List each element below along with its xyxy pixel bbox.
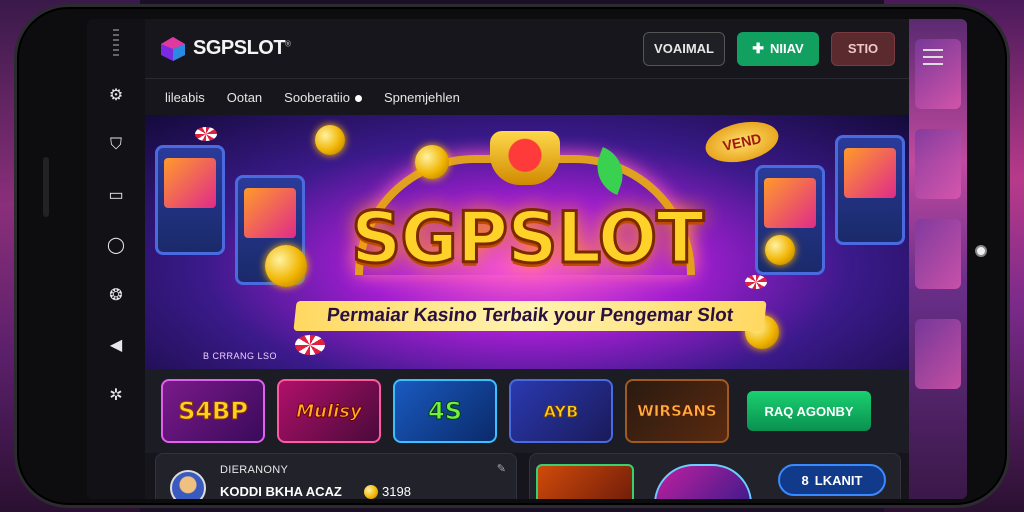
featured-games-card: 8 LKANIT xyxy=(529,453,901,499)
game-tile[interactable]: WIRSANS xyxy=(625,379,729,443)
hero-caption: B CRRANG LSO xyxy=(203,351,278,361)
user-card[interactable]: DIERANONY KODDI BKHA ACAZ 3198 ✎ xyxy=(155,453,517,499)
nav-item-spnemjehlen[interactable]: Spnemjehlen xyxy=(384,90,460,105)
logo-text: SGPSLOT® xyxy=(193,37,291,59)
register-button[interactable]: ✚ NIIAV xyxy=(737,31,819,66)
hamburger-icon[interactable] xyxy=(923,49,943,65)
game-tile[interactable]: Mulisy xyxy=(277,379,381,443)
chip-icon xyxy=(295,335,325,355)
user-card-label: DIERANONY xyxy=(220,464,289,476)
game-thumbnail[interactable] xyxy=(536,464,634,499)
gear-icon[interactable]: ⚙ xyxy=(106,85,126,105)
play-now-button[interactable]: RAQ AGONBY xyxy=(747,391,871,431)
right-preview-panel xyxy=(909,19,967,499)
avatar xyxy=(170,470,206,499)
play-icon[interactable]: ◀ xyxy=(106,335,126,355)
hero-badge: VEND xyxy=(701,115,783,169)
coin-balance: 3198 xyxy=(364,484,411,499)
extra-button[interactable]: STIO xyxy=(831,31,895,66)
plus-icon: ✚ xyxy=(752,40,764,56)
login-button[interactable]: VOAIMAL xyxy=(643,31,725,66)
active-dot-icon xyxy=(354,94,362,102)
logo[interactable]: SGPSLOT® xyxy=(159,35,291,63)
monitor-icon[interactable]: ▭ xyxy=(106,185,126,205)
nav-tabs: lileabis Ootan Sooberatiio Spnemjehlen xyxy=(145,79,909,115)
nav-item-lileabis[interactable]: lileabis xyxy=(165,90,205,105)
game-tiles-row: S4BP Mulisy 4S AYB WIRSANS RAQ AGONBY xyxy=(145,369,909,453)
coin-icon xyxy=(364,484,378,499)
phone-frame: ⚙ ⛉ ▭ ◯ ❂ ◀ ✲ SGPSLOT® VOAIMAL ✚ NIIAV S… xyxy=(14,4,1010,508)
game-tile[interactable]: 4S xyxy=(393,379,497,443)
game-tile[interactable]: S4BP xyxy=(161,379,265,443)
hero-banner[interactable]: VEND SGPSLOT Permaiar Kasino Terbaik you… xyxy=(145,115,909,369)
game-thumbnail[interactable] xyxy=(654,464,752,499)
left-rail: ⚙ ⛉ ▭ ◯ ❂ ◀ ✲ xyxy=(87,19,145,499)
chip-icon xyxy=(195,127,217,141)
phone-camera xyxy=(975,245,987,257)
bottom-section: DIERANONY KODDI BKHA ACAZ 3198 ✎ 8 LKANIT xyxy=(145,453,909,499)
chat-icon[interactable]: ◯ xyxy=(106,235,126,255)
rail-handle[interactable] xyxy=(113,29,119,59)
hero-subtitle: Permaiar Kasino Terbaik your Pengemar Sl… xyxy=(293,301,767,331)
app-window: SGPSLOT® VOAIMAL ✚ NIIAV STIO lileabis Oo… xyxy=(145,19,909,499)
game-tile[interactable]: AYB xyxy=(509,379,613,443)
coin-icon xyxy=(415,145,449,179)
shield-icon[interactable]: ⛉ xyxy=(106,135,126,155)
logo-mark-icon xyxy=(161,36,185,61)
crown-emblem-icon xyxy=(490,131,560,185)
nav-item-ootan[interactable]: Ootan xyxy=(227,90,262,105)
link-button[interactable]: 8 LKANIT xyxy=(778,464,886,496)
wrench-icon[interactable]: ✎ xyxy=(497,462,506,475)
user-card-value: KODDI BKHA ACAZ xyxy=(220,484,342,499)
cog-icon[interactable]: ✲ xyxy=(106,385,126,405)
top-bar: SGPSLOT® VOAIMAL ✚ NIIAV STIO xyxy=(145,19,909,79)
top-actions: VOAIMAL ✚ NIIAV STIO xyxy=(643,31,895,66)
phone-side-button xyxy=(43,157,49,217)
hero-title: SGPSLOT xyxy=(350,196,706,281)
nav-item-sooberatiio[interactable]: Sooberatiio xyxy=(284,90,362,105)
settings-circle-icon[interactable]: ❂ xyxy=(106,285,126,305)
coin-icon xyxy=(315,125,345,155)
phone-screen: ⚙ ⛉ ▭ ◯ ❂ ◀ ✲ SGPSLOT® VOAIMAL ✚ NIIAV S… xyxy=(87,19,967,499)
